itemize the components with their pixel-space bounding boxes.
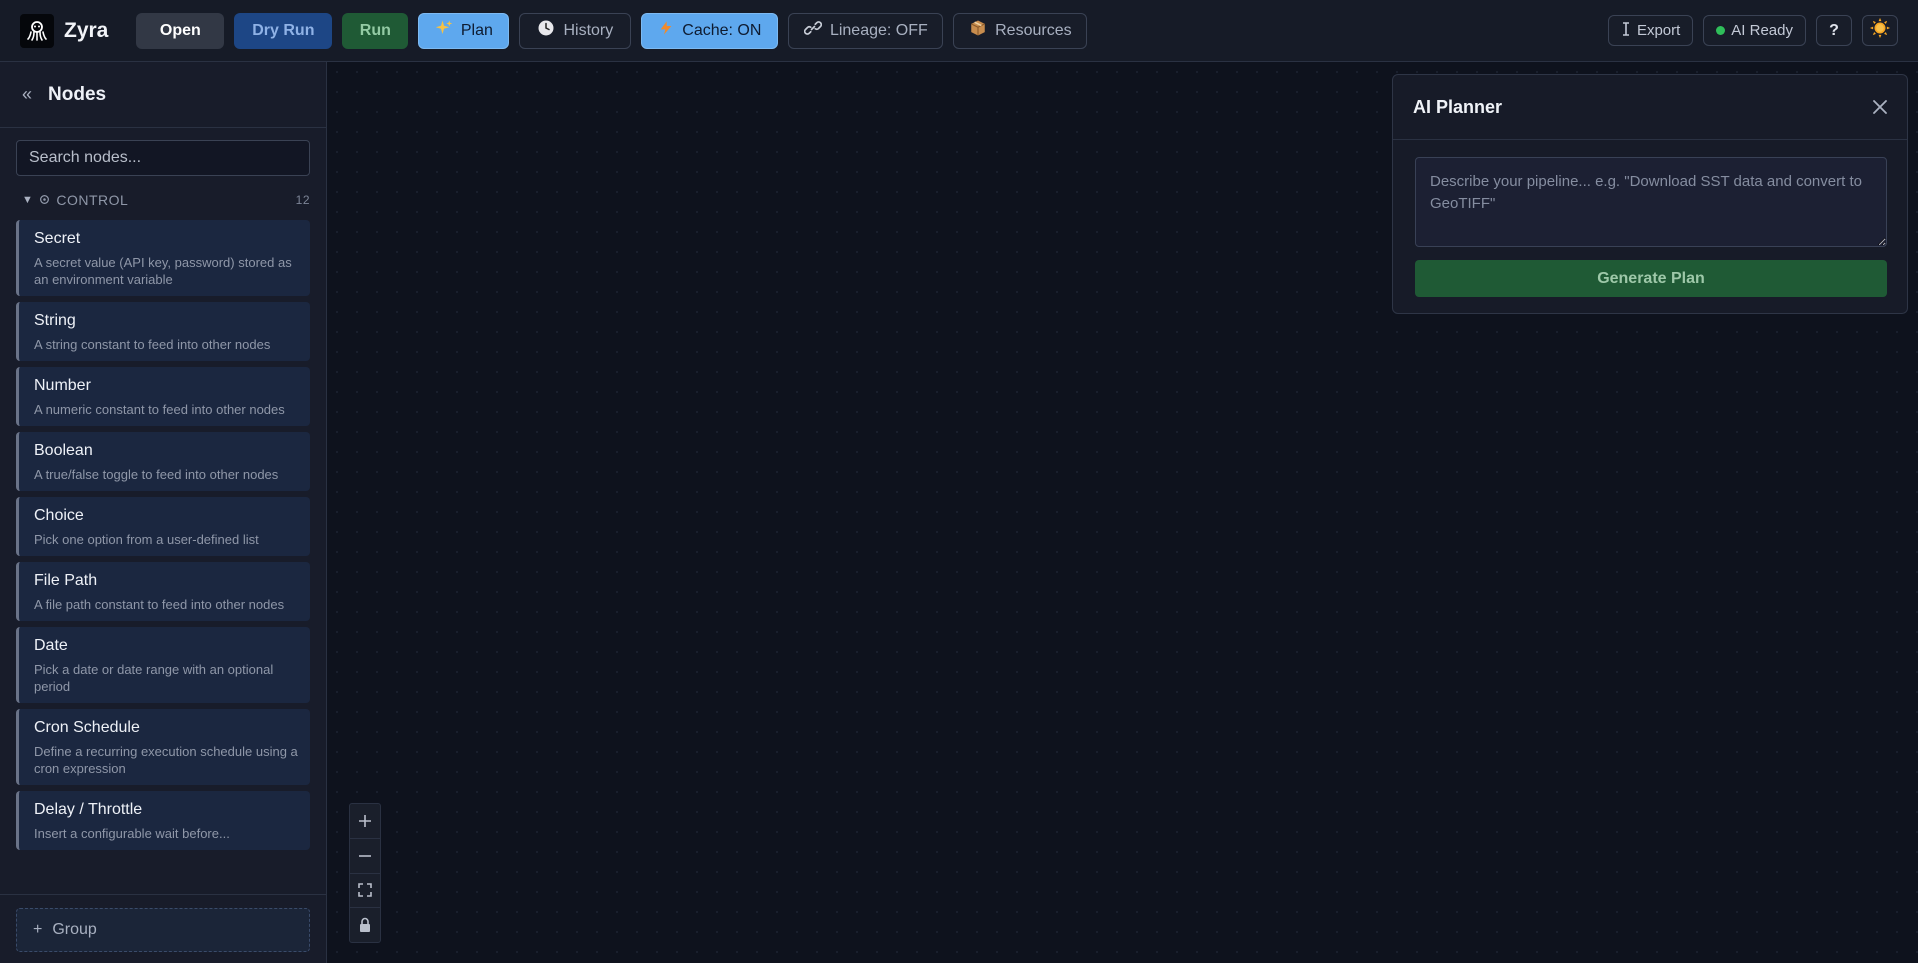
plan-button-label: Plan — [460, 21, 493, 39]
sparkles-icon — [435, 19, 453, 42]
category-count: 12 — [295, 193, 310, 207]
node-item-choice[interactable]: Choice Pick one option from a user-defin… — [16, 497, 310, 556]
category-header-control[interactable]: ▼ CONTROL 12 — [22, 192, 310, 208]
history-button-label: History — [563, 21, 614, 39]
open-button[interactable]: Open — [136, 12, 225, 49]
node-title: Cron Schedule — [34, 719, 140, 736]
node-description: A string constant to feed into other nod… — [34, 337, 271, 352]
node-title: Date — [34, 637, 68, 654]
node-title: Secret — [34, 230, 81, 247]
lineage-toggle-label: Lineage: OFF — [829, 21, 928, 39]
node-title: Delay / Throttle — [34, 801, 143, 818]
node-description: A file path constant to feed into other … — [34, 597, 285, 612]
ai-status-badge[interactable]: AI Ready — [1703, 15, 1806, 46]
node-title: Choice — [34, 507, 84, 524]
node-item-cron-schedule[interactable]: Cron Schedule Define a recurring executi… — [16, 709, 310, 785]
minus-icon — [359, 854, 371, 857]
export-icon — [1621, 21, 1631, 41]
node-description: Pick a date or date range with an option… — [34, 662, 274, 694]
history-button[interactable]: History — [519, 12, 632, 49]
top-toolbar: Zyra Open Dry Run Run Plan History Cache… — [0, 0, 1918, 62]
node-title: Number — [34, 377, 91, 394]
ai-planner-title: AI Planner — [1413, 96, 1503, 117]
generate-plan-label: Generate Plan — [1597, 269, 1705, 287]
theme-toggle[interactable] — [1862, 15, 1898, 46]
fit-view-button[interactable] — [350, 874, 380, 909]
sun-icon — [1869, 17, 1891, 44]
node-sidebar: « Nodes ▼ CONTROL 12 Secret A secret val… — [0, 62, 327, 963]
export-button[interactable]: Export — [1607, 15, 1694, 46]
add-group-label: Group — [52, 921, 97, 938]
node-item-secret[interactable]: Secret A secret value (API key, password… — [16, 220, 310, 296]
node-item-file-path[interactable]: File Path A file path constant to feed i… — [16, 562, 310, 621]
run-button[interactable]: Run — [342, 12, 409, 49]
node-description: A true/false toggle to feed into other n… — [34, 467, 279, 482]
sidebar-title: Nodes — [48, 83, 107, 105]
lock-icon — [360, 917, 370, 933]
export-button-label: Export — [1636, 22, 1681, 39]
plus-icon — [359, 814, 371, 827]
lock-canvas-button[interactable] — [350, 908, 380, 942]
link-icon — [803, 19, 823, 42]
cache-toggle-label: Cache: ON — [682, 21, 762, 39]
cache-toggle[interactable]: Cache: ON — [641, 12, 779, 49]
brand: Zyra — [20, 13, 109, 48]
gear-icon — [39, 192, 50, 208]
search-nodes-input[interactable] — [16, 140, 310, 176]
ai-planner-panel: AI Planner Generate Plan — [1392, 74, 1908, 314]
node-title: String — [34, 312, 76, 329]
add-group-button[interactable]: + Group — [16, 908, 310, 952]
help-button-label: ? — [1829, 21, 1839, 39]
sidebar-footer: + Group — [0, 894, 326, 963]
node-title: Boolean — [34, 442, 93, 459]
node-description: Pick one option from a user-defined list — [34, 532, 259, 547]
node-description: A secret value (API key, password) store… — [34, 255, 292, 287]
status-dot-icon — [1716, 26, 1726, 35]
node-item-delay-throttle[interactable]: Delay / Throttle Insert a configurable w… — [16, 791, 310, 850]
ai-status-label: AI Ready — [1731, 22, 1793, 39]
dry-run-button-label: Dry Run — [252, 21, 315, 39]
zoom-in-button[interactable] — [350, 804, 380, 839]
clock-icon — [537, 19, 555, 42]
node-description: Insert a configurable wait before... — [34, 826, 230, 841]
logo-icon — [20, 13, 54, 48]
close-icon[interactable] — [1873, 96, 1887, 118]
ai-planner-header: AI Planner — [1393, 75, 1907, 140]
lightning-icon — [658, 19, 674, 42]
node-item-boolean[interactable]: Boolean A true/false toggle to feed into… — [16, 432, 310, 491]
lineage-toggle[interactable]: Lineage: OFF — [788, 12, 944, 49]
node-item-date[interactable]: Date Pick a date or date range with an o… — [16, 627, 310, 703]
node-item-string[interactable]: String A string constant to feed into ot… — [16, 302, 310, 361]
app-name: Zyra — [64, 18, 109, 42]
resources-button-label: Resources — [995, 21, 1072, 39]
sidebar-header: « Nodes — [0, 62, 326, 128]
canvas-controls — [349, 803, 381, 943]
plus-icon: + — [33, 921, 43, 938]
open-button-label: Open — [159, 21, 201, 39]
collapse-sidebar-icon[interactable]: « — [22, 84, 32, 105]
fit-view-icon — [358, 883, 372, 898]
pipeline-description-input[interactable] — [1415, 157, 1887, 247]
dry-run-button[interactable]: Dry Run — [234, 12, 333, 49]
expand-triangle-icon: ▼ — [22, 194, 34, 206]
resources-button[interactable]: Resources — [953, 12, 1088, 49]
node-title: File Path — [34, 572, 98, 589]
node-item-number[interactable]: Number A numeric constant to feed into o… — [16, 367, 310, 426]
help-button[interactable]: ? — [1816, 15, 1852, 46]
node-list: Secret A secret value (API key, password… — [16, 220, 310, 955]
zoom-out-button[interactable] — [350, 839, 380, 874]
generate-plan-button[interactable]: Generate Plan — [1415, 260, 1887, 297]
plan-button[interactable]: Plan — [418, 12, 510, 49]
package-icon — [969, 19, 987, 42]
node-description: Define a recurring execution schedule us… — [34, 744, 298, 776]
category-name: CONTROL — [56, 192, 129, 208]
node-description: A numeric constant to feed into other no… — [34, 402, 285, 417]
run-button-label: Run — [359, 21, 391, 39]
